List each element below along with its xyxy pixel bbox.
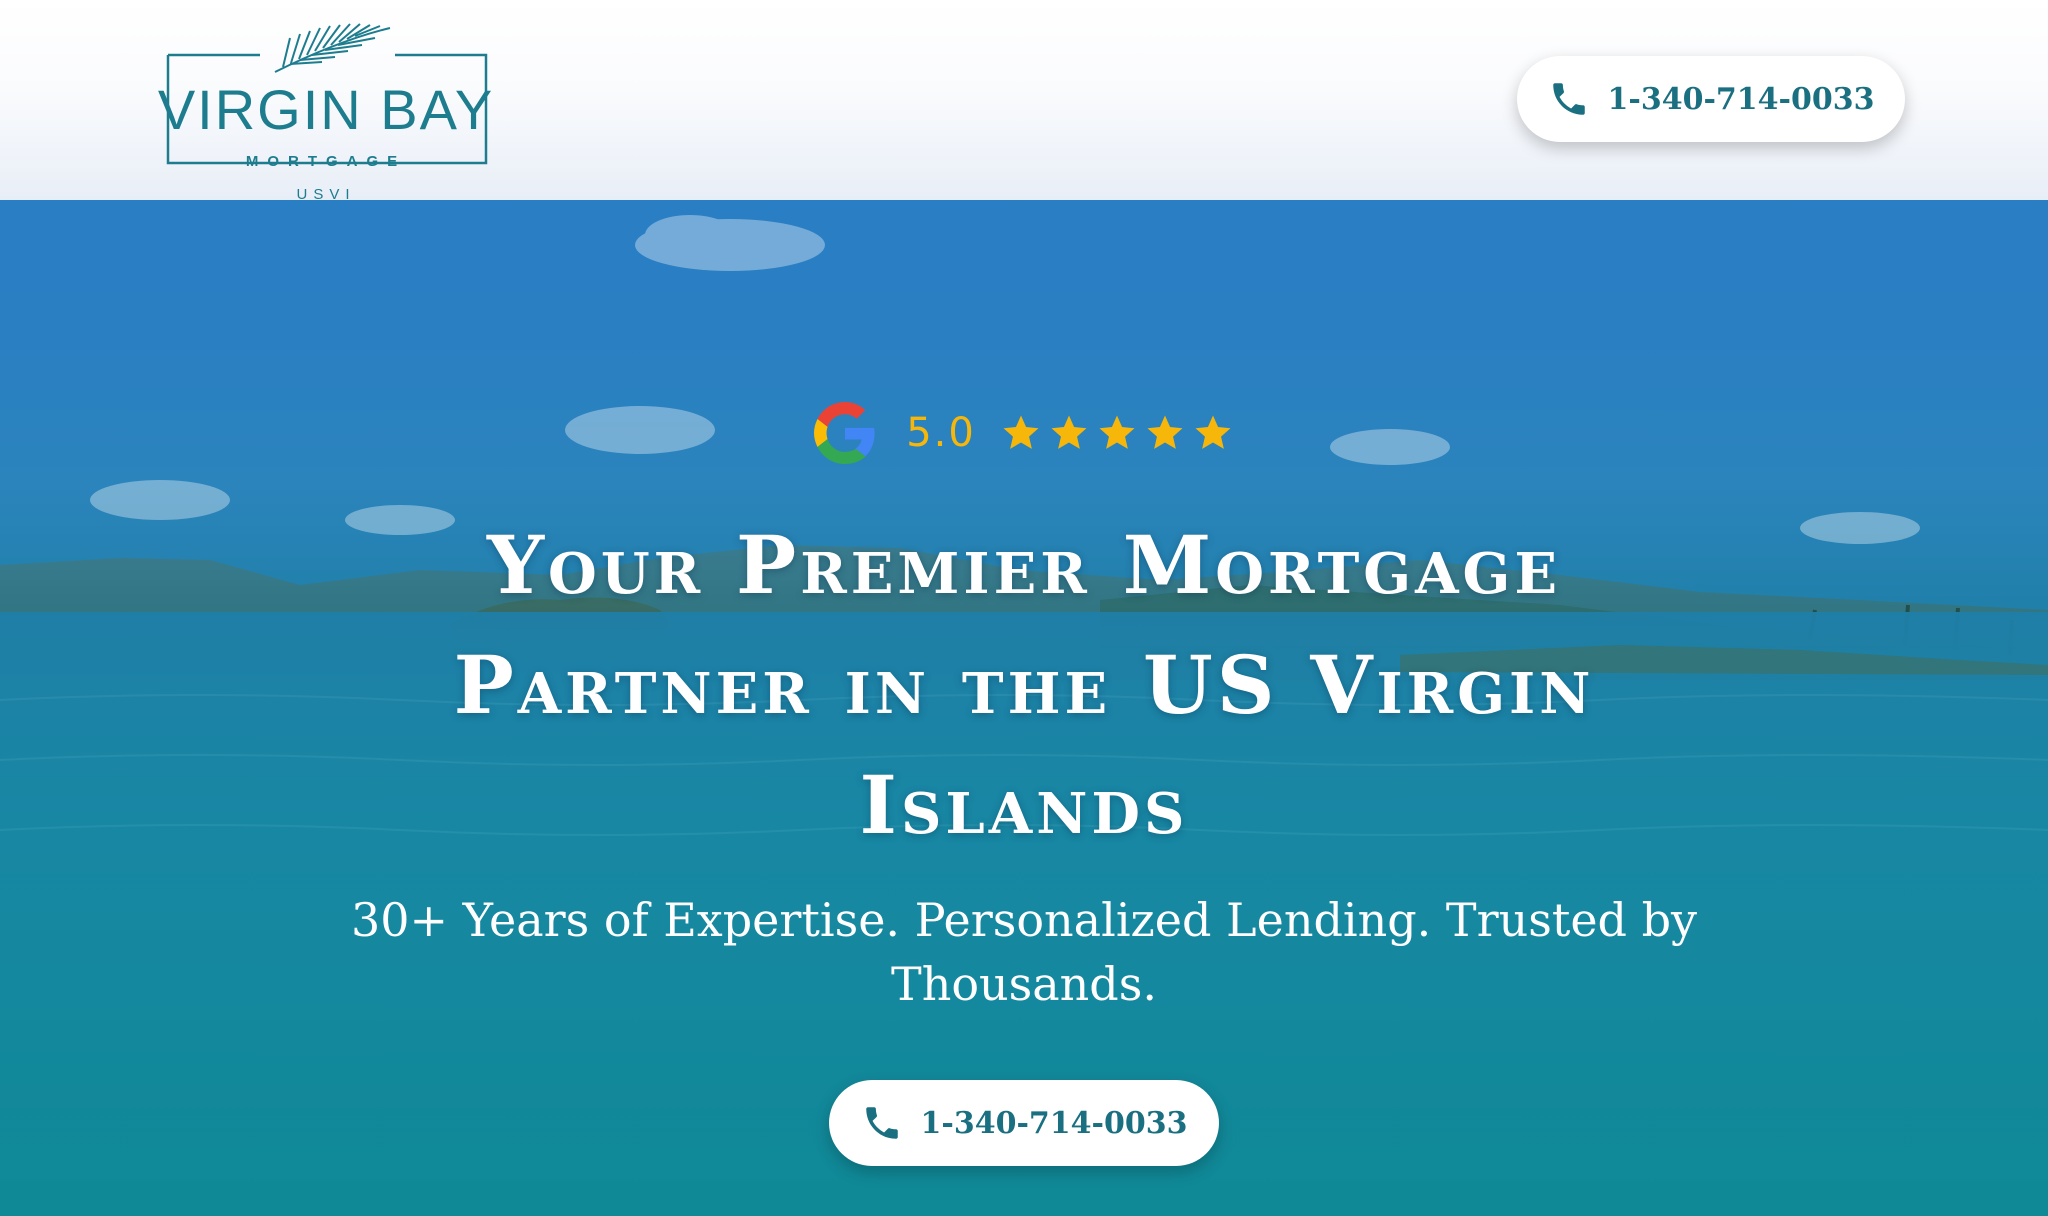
header-call-button-label: 1-340-714-0033 bbox=[1607, 81, 1875, 117]
logo-tagline: USVI bbox=[296, 186, 356, 203]
hero-title-line: Islands bbox=[859, 758, 1189, 852]
star-icon bbox=[1195, 415, 1231, 449]
page: 5.0 Your Premier Mortgage Partner in the… bbox=[0, 0, 2048, 1216]
rating-score: 5.0 bbox=[906, 410, 976, 456]
hero-title-line: Your Premier Mortgage bbox=[486, 518, 1562, 612]
phone-icon bbox=[1552, 83, 1585, 115]
star-icon bbox=[1003, 415, 1039, 449]
logo-name: VIRGIN BAY bbox=[157, 78, 495, 141]
star-icon bbox=[1147, 415, 1183, 449]
hero-subtitle: 30+ Years of Expertise. Personalized Len… bbox=[0, 888, 2048, 1016]
hero-call-button-label: 1-340-714-0033 bbox=[920, 1105, 1188, 1141]
hero-title: Your Premier Mortgage Partner in the US … bbox=[0, 505, 2048, 865]
google-rating: 5.0 bbox=[0, 398, 2048, 468]
hero-call-button[interactable]: 1-340-714-0033 bbox=[829, 1080, 1219, 1166]
hero-title-line: Partner in the US Virgin bbox=[453, 638, 1595, 732]
rating-stars bbox=[1000, 412, 1234, 454]
google-icon bbox=[814, 402, 875, 464]
hero-subtitle-line: 30+ Years of Expertise. Personalized Len… bbox=[350, 893, 1698, 947]
phone-icon bbox=[865, 1107, 898, 1139]
star-icon bbox=[1051, 415, 1087, 449]
site-header: VIRGIN BAY MORTGAGE USVI 1-340-714-0033 bbox=[0, 0, 2048, 203]
hero-subtitle-line: Thousands. bbox=[891, 957, 1157, 1011]
star-icon bbox=[1099, 415, 1135, 449]
logo-subtitle: MORTGAGE bbox=[245, 153, 407, 170]
header-call-button[interactable]: 1-340-714-0033 bbox=[1517, 56, 1905, 142]
palm-leaf-icon bbox=[274, 23, 391, 73]
site-logo[interactable]: VIRGIN BAY MORTGAGE USVI bbox=[150, 20, 502, 203]
